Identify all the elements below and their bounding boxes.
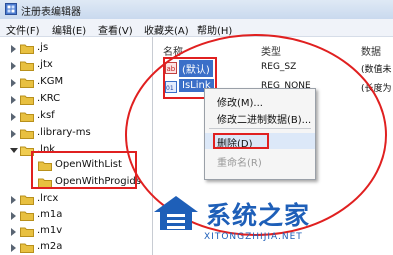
menu-view[interactable]: 查看(V) [98,22,133,37]
column-header-data[interactable]: 数据 [361,43,381,58]
menu-help[interactable]: 帮助(H) [197,22,232,37]
folder-icon [20,61,34,71]
tree-item-jtx[interactable]: .jtx [0,57,150,74]
folder-icon [20,129,34,139]
tree-item-m1a[interactable]: .m1a [0,207,150,224]
folder-icon [20,95,34,105]
watermark-logo: 系统之家 XITONGZHIJIA.NET [150,190,360,250]
highlight-rectangle [31,151,137,189]
window-title: 注册表编辑器 [21,7,81,18]
tree-item-m2a[interactable]: .m2a [0,239,150,255]
tree-item-label: .lrcx [37,193,59,204]
watermark-url: XITONGZHIJIA.NET [204,232,303,242]
highlight-rectangle [213,133,269,149]
context-modify[interactable]: 修改(M)... [205,92,315,109]
expand-arrow-icon[interactable] [11,130,16,138]
context-rename-label: 重命名(R) [217,158,262,169]
value-data: (长度为 [361,84,392,94]
tree-item-label: .KRC [37,93,61,104]
menu-separator [209,128,311,129]
menu-edit[interactable]: 编辑(E) [52,22,86,37]
house-logo-icon [154,196,198,230]
context-modify-label: 修改(M)... [217,98,263,109]
collapse-arrow-icon[interactable] [10,148,18,153]
folder-icon [20,227,34,237]
tree-item-m1v[interactable]: .m1v [0,223,150,240]
title-bar: 注册表编辑器 [0,0,393,19]
tree-item-lrcx[interactable]: .lrcx [0,191,150,208]
expand-arrow-icon[interactable] [11,79,16,87]
context-modify-binary-label: 修改二进制数据(B)... [217,115,312,126]
folder-icon [20,211,34,221]
tree-item-label: .js [37,42,49,53]
expand-arrow-icon[interactable] [11,196,16,204]
expand-arrow-icon[interactable] [11,113,16,121]
column-header-type[interactable]: 类型 [261,43,281,58]
column-header-name[interactable]: 名称 [163,43,183,58]
tree-item-krc[interactable]: .KRC [0,91,150,108]
tree-item-js[interactable]: .js [0,40,150,57]
expand-arrow-icon[interactable] [11,45,16,53]
registry-tree[interactable]: .js .jtx .KGM .KRC .ksf .library-ms .lnk… [0,37,153,255]
folder-icon [20,195,34,205]
tree-item-label: .KGM [37,76,64,87]
context-delete[interactable]: 删除(D) [205,133,315,150]
folder-icon [20,243,34,253]
tree-item-label: .m1a [37,209,63,220]
expand-arrow-icon[interactable] [11,62,16,70]
folder-icon [20,78,34,88]
tree-item-label: .ksf [37,110,55,121]
context-modify-binary[interactable]: 修改二进制数据(B)... [205,109,315,126]
watermark-text: 系统之家 [206,201,311,230]
tree-item-label: .jtx [37,59,53,70]
menu-favorites[interactable]: 收藏夹(A) [144,22,189,37]
expand-arrow-icon[interactable] [11,96,16,104]
tree-item-ksf[interactable]: .ksf [0,108,150,125]
tree-item-label: .library-ms [37,127,91,138]
folder-icon [20,112,34,122]
menu-file[interactable]: 文件(F) [6,22,40,37]
context-menu: 修改(M)... 修改二进制数据(B)... 删除(D) 重命名(R) [204,88,316,180]
tree-item-label: .m1v [37,225,63,236]
tree-item-library-ms[interactable]: .library-ms [0,125,150,142]
registry-editor-icon [5,3,17,15]
value-type: REG_SZ [261,62,297,72]
value-data: (数值未 [361,65,392,75]
expand-arrow-icon[interactable] [11,244,16,252]
expand-arrow-icon[interactable] [11,212,16,220]
tree-item-kgm[interactable]: .KGM [0,74,150,91]
tree-item-label: .m2a [37,241,63,252]
menu-bar: 文件(F) 编辑(E) 查看(V) 收藏夹(A) 帮助(H) [0,19,393,37]
context-rename[interactable]: 重命名(R) [205,152,315,169]
folder-icon [20,44,34,54]
expand-arrow-icon[interactable] [11,228,16,236]
